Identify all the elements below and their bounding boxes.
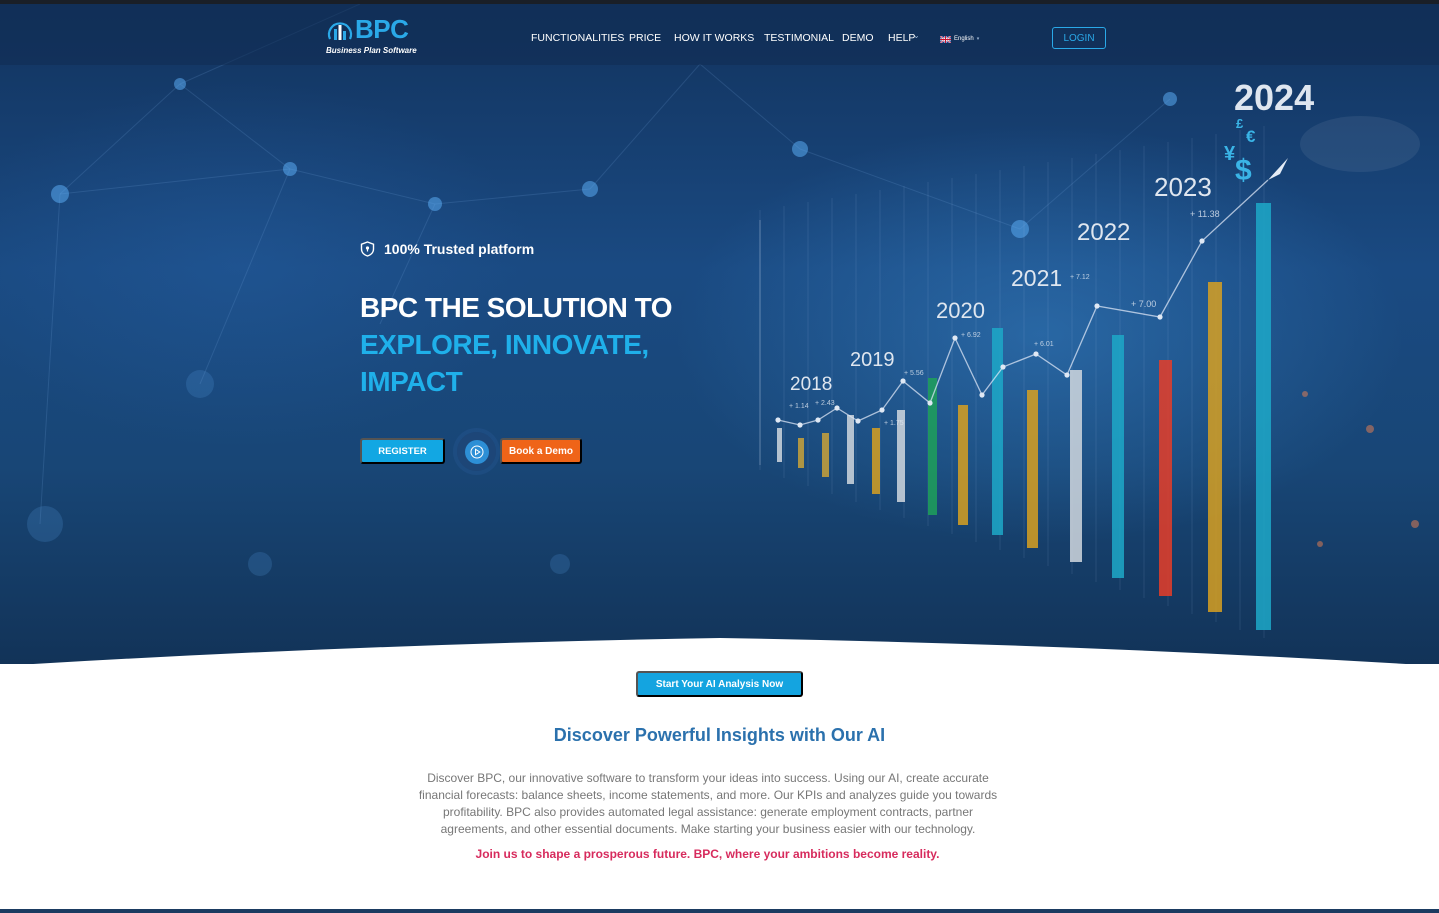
chart-points — [775, 238, 1205, 428]
chart-bar — [822, 433, 829, 477]
chart-point — [952, 335, 958, 341]
play-video-button[interactable] — [457, 432, 496, 471]
chart-point — [1094, 303, 1100, 309]
uk-flag-icon — [940, 35, 951, 43]
chart-year-label: 2023 — [1154, 172, 1212, 202]
navbar: BPC Business Plan Software FUNCTIONALITI… — [0, 4, 1439, 65]
chart-point — [1033, 351, 1039, 357]
caret-down-icon: ▾ — [976, 36, 980, 42]
chart-point — [900, 378, 906, 384]
chart-point — [879, 407, 885, 413]
currency-symbol: £ — [1236, 116, 1244, 131]
register-button[interactable]: REGISTER — [360, 438, 445, 464]
chart-bar — [847, 415, 854, 484]
start-ai-analysis-button[interactable]: Start Your AI Analysis Now — [636, 671, 803, 697]
nav-help[interactable]: HELP — [888, 32, 915, 44]
chart-bar — [1208, 282, 1222, 612]
chart-year-label: 2024 — [1234, 77, 1314, 118]
book-demo-button[interactable]: Book a Demo — [500, 438, 582, 464]
nav-demo[interactable]: DEMO — [842, 32, 874, 44]
chart-point — [1157, 314, 1163, 320]
bottom-bar — [0, 909, 1439, 913]
brand-logo[interactable]: BPC Business Plan Software — [326, 14, 426, 60]
hero-headline-line1: BPC THE SOLUTION TO — [360, 292, 673, 323]
chart-year-label: 2022 — [1077, 219, 1130, 246]
insights-body-line: Discover BPC, our innovative software to… — [427, 771, 989, 785]
chart-year-label: 2020 — [936, 298, 985, 323]
nav-functionalities[interactable]: FUNCTIONALITIES — [531, 32, 624, 44]
trusted-badge: 100% Trusted platform — [360, 241, 534, 257]
chart-point — [797, 422, 803, 428]
trusted-label: 100% Trusted platform — [384, 241, 535, 257]
language-label: English — [954, 36, 974, 42]
chart-point — [775, 417, 781, 423]
language-selector[interactable]: English ▾ — [940, 34, 979, 44]
chart-year-label: 2019 — [850, 349, 895, 371]
play-icon — [464, 439, 489, 464]
chart-growth-label: + 5.56 — [904, 370, 924, 377]
chart-point — [1199, 238, 1205, 244]
nav-how-it-works[interactable]: HOW IT WORKS — [674, 32, 754, 44]
chart-growth-label: + 1.14 — [789, 403, 809, 410]
brand-name: BPC — [355, 14, 409, 44]
chart-bar — [1159, 360, 1172, 596]
chart-growth-label: + 6.01 — [1034, 341, 1054, 348]
chart-bar — [872, 428, 880, 494]
chart-point — [815, 417, 821, 423]
chart-growth-label: + 11.38 — [1190, 209, 1220, 219]
nav-testimonial[interactable]: TESTIMONIAL — [764, 32, 834, 44]
chart-growth-label: + 2.43 — [815, 400, 835, 407]
chart-growth-labels: + 1.14 + 2.43 + 1.75 + 5.56 + 6.92 + 6.01 + 7.… — [789, 209, 1220, 427]
chart-bar — [1256, 203, 1271, 630]
chart-bar — [1027, 390, 1038, 548]
insights-tagline: Join us to shape a prosperous future. BP… — [475, 847, 940, 861]
chart-bar — [1070, 370, 1082, 562]
currency-symbol: $ — [1235, 154, 1252, 187]
chart-bar — [1112, 335, 1124, 578]
chart-point — [927, 400, 933, 406]
chart-growth-label: + 6.92 — [961, 332, 981, 339]
insights-body-line: financial forecasts: balance sheets, inc… — [418, 788, 998, 802]
insights-title: Discover Powerful Insights with Our AI — [553, 725, 886, 745]
hero-headline-line3: IMPACT — [360, 366, 463, 397]
chart-bar — [928, 378, 937, 515]
chart-growth-label: + 7.00 — [1131, 299, 1156, 309]
chart-point — [834, 405, 840, 411]
chart-growth-label: + 7.12 — [1070, 274, 1090, 281]
hero-headline-line2: EXPLORE, INNOVATE, — [360, 329, 649, 360]
insights-description: Discover BPC, our innovative software to… — [398, 770, 1018, 838]
nav-price[interactable]: PRICE — [629, 32, 661, 44]
chart-year-label: 2018 — [790, 374, 832, 395]
growth-chart-illustration: 2018 2019 2020 2021 2022 2023 2024 + 1.14 + 2.4… — [759, 77, 1314, 638]
trend-arrow-icon — [1268, 158, 1288, 180]
insights-body-line: profitability. BPC also provides automat… — [442, 805, 974, 819]
chart-point — [855, 418, 861, 424]
currency-symbol: € — [1246, 127, 1256, 146]
chart-year-label: 2021 — [1011, 265, 1062, 291]
brand-subtitle: Business Plan Software — [326, 46, 417, 55]
chart-bar — [992, 328, 1003, 535]
bar-chart-logo-icon — [327, 22, 353, 40]
chart-bar — [777, 428, 782, 462]
chevron-down-icon[interactable]: ⌄ — [913, 31, 920, 40]
chart-growth-label: + 1.75 — [884, 420, 904, 427]
shield-icon — [360, 241, 375, 257]
chart-point — [979, 392, 985, 398]
chart-point — [1000, 364, 1006, 370]
insights-body-line: agreements, and other essential document… — [440, 822, 976, 836]
chart-bar — [958, 405, 968, 525]
chart-bar — [798, 438, 804, 468]
chart-grid — [759, 126, 1265, 638]
chart-point — [1064, 372, 1070, 378]
login-button[interactable]: LOGIN — [1052, 27, 1106, 49]
